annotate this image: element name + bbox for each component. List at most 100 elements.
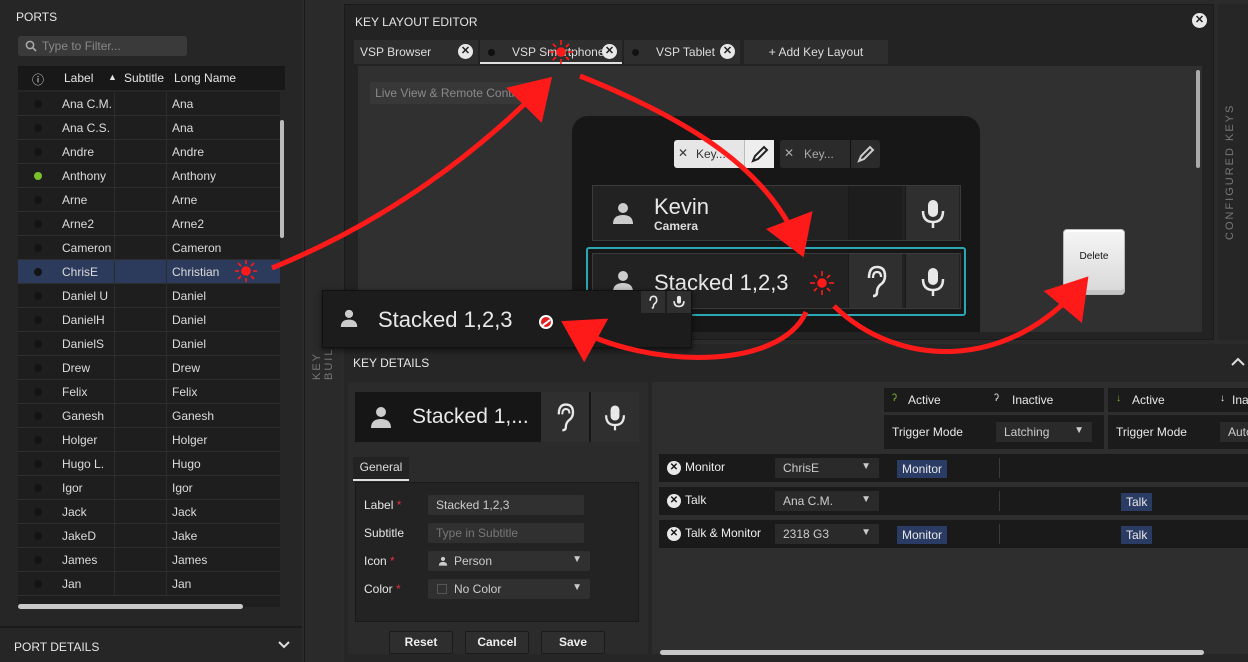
status-dot [34, 196, 42, 204]
ports-horizontal-scrollbar[interactable] [18, 604, 243, 609]
configured-keys-strip[interactable]: CONFIGURED KEYS [1218, 4, 1248, 340]
icon-caption: Icon * [364, 554, 395, 568]
table-row[interactable]: Ana C.S. Ana [18, 116, 280, 140]
talk-trigger-box: Trigger Mode Auto [1108, 415, 1248, 449]
key-chip-2[interactable]: ✕ Key... [780, 140, 880, 168]
tab-vsp-smartphone[interactable]: VSP Smartphone ✕ [480, 40, 622, 64]
status-dot [34, 172, 42, 180]
column-divider [114, 260, 115, 283]
tab-label: VSP Smartphone [512, 45, 605, 59]
port-long-name: Daniel [172, 337, 207, 351]
trigger-mode-select[interactable]: Latching ▼ [996, 422, 1092, 442]
subtitle-field[interactable]: Type in Subtitle [428, 523, 584, 543]
table-row[interactable]: DanielH Daniel [18, 308, 280, 332]
tab-vsp-browser[interactable]: VSP Browser ✕ [354, 40, 478, 64]
key-button-kevin[interactable]: Kevin Camera [592, 185, 961, 241]
trigger-mode-caption: Trigger Mode [892, 425, 963, 439]
table-row[interactable]: ChrisE Christian [18, 260, 280, 284]
table-row[interactable]: Ana C.M. Ana [18, 92, 280, 116]
table-row[interactable]: DanielS Daniel [18, 332, 280, 356]
long-name-column-header[interactable]: Long Name [174, 71, 236, 85]
remove-chip-icon[interactable]: ✕ [678, 146, 688, 160]
column-divider [114, 188, 115, 211]
label-field[interactable]: Stacked 1,2,3 [428, 495, 584, 515]
port-label: ChrisE [62, 265, 99, 279]
mic-icon [667, 291, 691, 313]
status-dot [488, 49, 495, 56]
pencil-icon[interactable] [744, 140, 774, 168]
pencil-icon[interactable] [850, 140, 880, 168]
tab-general[interactable]: General [353, 457, 409, 481]
filter-input[interactable] [42, 38, 182, 54]
table-row[interactable]: Igor Igor [18, 476, 280, 500]
column-divider [114, 116, 115, 139]
add-key-layout-button[interactable]: + Add Key Layout [744, 40, 888, 64]
column-divider [114, 164, 115, 187]
color-swatch [437, 584, 447, 594]
tab-vsp-tablet[interactable]: VSP Tablet ✕ [624, 40, 740, 64]
close-editor-icon[interactable]: ✕ [1192, 13, 1207, 28]
row-type: Talk & Monitor [685, 526, 762, 540]
ports-vertical-scrollbar[interactable] [280, 120, 284, 238]
table-row[interactable]: Holger Holger [18, 428, 280, 452]
ear-icon[interactable] [848, 254, 902, 308]
table-row[interactable]: Jack Jack [18, 500, 280, 524]
table-row[interactable]: Cameron Cameron [18, 236, 280, 260]
table-row[interactable]: Daniel U Daniel [18, 284, 280, 308]
subtitle-caption: Subtitle [364, 526, 405, 540]
ear-active-icon: ʔ [892, 393, 897, 404]
table-row[interactable]: Jan Jan [18, 572, 280, 596]
column-divider [166, 284, 167, 307]
table-row[interactable]: Ganesh Ganesh [18, 404, 280, 428]
remove-row-icon[interactable]: ✕ [667, 461, 681, 475]
table-row[interactable]: James James [18, 548, 280, 572]
table-row[interactable]: Arne Arne [18, 188, 280, 212]
editor-scrollbar[interactable] [1196, 70, 1200, 168]
chevron-up-icon[interactable] [1231, 357, 1245, 367]
port-select[interactable]: ChrisE ▼ [775, 458, 879, 478]
table-row[interactable]: Hugo L. Hugo [18, 452, 280, 476]
table-row[interactable]: Anthony Anthony [18, 164, 280, 188]
icon-select[interactable]: Person ▼ [428, 551, 590, 571]
close-tab-icon[interactable]: ✕ [602, 44, 617, 59]
remove-chip-icon[interactable]: ✕ [784, 146, 794, 160]
close-tab-icon[interactable]: ✕ [458, 44, 473, 59]
color-select[interactable]: No Color ▼ [428, 579, 590, 599]
label-column-header[interactable]: Label [64, 71, 93, 85]
table-row[interactable]: Arne2 Arne2 [18, 212, 280, 236]
table-row[interactable]: Felix Felix [18, 380, 280, 404]
remove-row-icon[interactable]: ✕ [667, 527, 681, 541]
subtitle-column-header[interactable]: Subtitle [124, 71, 164, 85]
assignment-row: ✕ Talk Ana C.M. ▼ Talk [659, 487, 1248, 515]
table-row[interactable]: JakeD Jake [18, 524, 280, 548]
column-divider [166, 524, 167, 547]
save-button[interactable]: Save [541, 631, 605, 654]
mic-active-icon: ↓ [1116, 393, 1121, 404]
grid-horizontal-scrollbar[interactable] [660, 650, 1204, 655]
table-row[interactable]: Andre Andre [18, 140, 280, 164]
info-column-icon[interactable]: ⓘ [32, 71, 44, 88]
port-label: Hugo L. [62, 457, 105, 471]
remove-row-icon[interactable]: ✕ [667, 494, 681, 508]
general-form: Label * Stacked 1,2,3 Subtitle Type in S… [355, 482, 639, 622]
assignment-row: ✕ Talk & Monitor 2318 G3 ▼ Monitor Talk [659, 520, 1248, 548]
port-select[interactable]: 2318 G3 ▼ [775, 524, 879, 544]
filter-box[interactable] [18, 36, 187, 56]
port-details-panel[interactable]: PORT DETAILS [0, 626, 302, 662]
trigger-mode-select[interactable]: Auto [1220, 422, 1248, 442]
reset-button[interactable]: Reset [389, 631, 453, 654]
dropdown-arrow-icon: ▼ [861, 527, 871, 538]
cancel-button[interactable]: Cancel [465, 631, 529, 654]
port-long-name: Igor [172, 481, 193, 495]
mic-icon[interactable] [905, 254, 959, 308]
configured-keys-label: CONFIGURED KEYS [1224, 103, 1236, 240]
live-view-button[interactable]: Live View & Remote Control [370, 82, 530, 104]
port-long-name: Ganesh [172, 409, 215, 423]
column-divider [114, 380, 115, 403]
key-chip-1[interactable]: ✕ Key... [674, 140, 774, 168]
table-row[interactable]: Drew Drew [18, 356, 280, 380]
chevron-down-icon[interactable] [278, 640, 290, 650]
close-tab-icon[interactable]: ✕ [720, 44, 735, 59]
mic-icon[interactable] [905, 186, 959, 240]
port-select[interactable]: Ana C.M. ▼ [775, 491, 879, 511]
